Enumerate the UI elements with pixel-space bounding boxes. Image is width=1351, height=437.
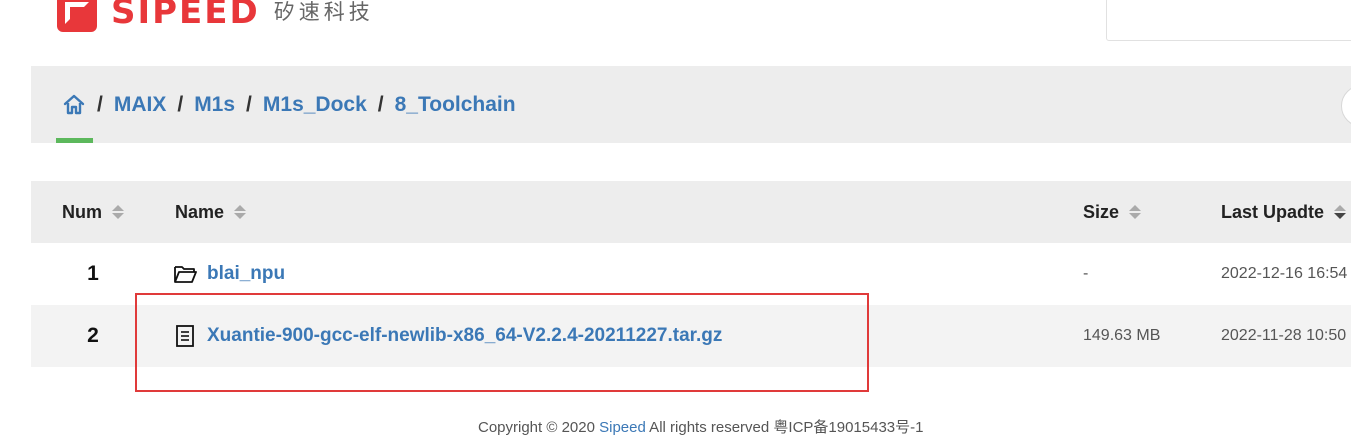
sort-icon xyxy=(112,205,124,219)
file-date: 2022-12-16 16:54 xyxy=(1221,265,1348,282)
column-label: Num xyxy=(62,202,102,222)
column-header-last-update[interactable]: Last Upadte xyxy=(1221,181,1347,243)
view-toggle-button[interactable] xyxy=(1341,85,1351,127)
column-label: Name xyxy=(175,202,225,222)
search-input[interactable] xyxy=(1106,0,1351,41)
column-header-size[interactable]: Size xyxy=(1083,181,1142,243)
footer-text: Copyright © 2020 xyxy=(478,419,600,436)
file-size: 149.63 MB xyxy=(1083,327,1161,344)
breadcrumb-item-m1s-dock[interactable]: M1s_Dock xyxy=(263,93,367,117)
folder-icon xyxy=(174,266,197,283)
home-active-indicator xyxy=(56,138,93,143)
breadcrumb-separator: / xyxy=(97,92,103,116)
table-header: Num Name Size Last Upadte xyxy=(31,181,1351,243)
breadcrumb-bar: / MAIX / M1s / M1s_Dock / 8_Toolchain xyxy=(31,66,1351,143)
logo-chinese-text: 矽速科技 xyxy=(273,0,374,24)
footer-link[interactable]: Sipeed xyxy=(599,419,646,436)
file-size: - xyxy=(1083,265,1089,282)
footer: Copyright © 2020 Sipeed All rights reser… xyxy=(478,416,923,437)
breadcrumb-item-m1s[interactable]: M1s xyxy=(194,93,235,117)
breadcrumb-separator: / xyxy=(246,92,252,116)
sort-icon xyxy=(1129,205,1142,219)
column-header-num[interactable]: Num xyxy=(62,181,124,243)
breadcrumb-item-toolchain[interactable]: 8_Toolchain xyxy=(395,93,516,117)
sort-icon xyxy=(234,205,247,219)
annotation-highlight-box xyxy=(135,293,869,392)
breadcrumb-separator: / xyxy=(377,92,384,116)
column-header-name[interactable]: Name xyxy=(175,181,247,243)
file-link[interactable]: blai_npu xyxy=(207,263,285,285)
logo-text: SIPEED xyxy=(111,0,260,32)
column-label: Last Upadte xyxy=(1221,202,1325,222)
breadcrumb-separator: / xyxy=(177,92,184,116)
column-label: Size xyxy=(1083,202,1120,222)
footer-text: All rights reserved 粤ICP备19015433号-1 xyxy=(645,419,924,436)
sort-icon xyxy=(1334,205,1347,219)
file-date: 2022-11-28 10:50 xyxy=(1221,327,1347,344)
sipeed-logo[interactable]: SIPEED 矽速科技 xyxy=(57,0,374,32)
breadcrumb-item-maix[interactable]: MAIX xyxy=(114,93,167,117)
sipeed-logo-icon xyxy=(57,0,97,32)
home-link[interactable] xyxy=(62,93,86,117)
home-icon xyxy=(63,94,85,114)
breadcrumb: / MAIX / M1s / M1s_Dock / 8_Toolchain xyxy=(62,66,516,143)
